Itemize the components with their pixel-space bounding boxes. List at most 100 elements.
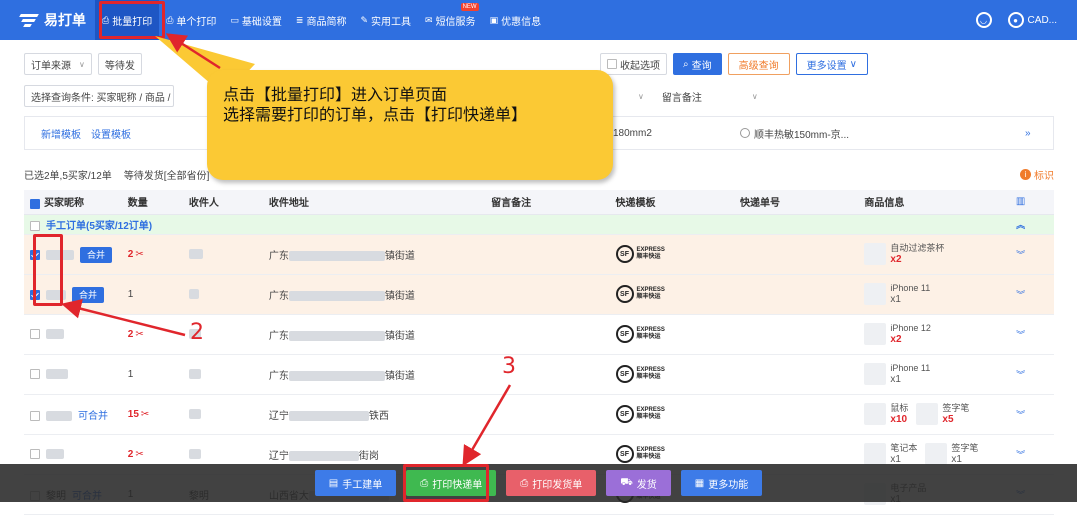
product-count: x2 <box>890 254 902 265</box>
nav-sms-service[interactable]: ✉ 短信服务 NEW <box>418 0 483 40</box>
expand-chevron-icon[interactable]: » <box>1025 128 1031 139</box>
mergeable-link[interactable]: 可合并 <box>78 411 108 422</box>
mail-icon: ✉ <box>425 14 433 25</box>
product-info-cell: iPhone 11 x1 <box>858 274 988 315</box>
table-row[interactable]: 可合并 15 ✂ 辽宁 铁西 SF EXPRESS 顺丰快运 鼠标 x10 签字笔 x5… <box>24 394 1054 435</box>
user-menu[interactable]: ● CAD... <box>1007 12 1057 28</box>
recipient-cell <box>182 354 263 395</box>
settings-template-link[interactable]: 设置模板 <box>91 126 131 141</box>
table-row[interactable]: 2 ✂ 广东 镇街道 SF EXPRESS 顺丰快运 iPhone 12 x2 ︾ <box>24 314 1054 355</box>
sf-logo-icon: SF <box>615 285 634 303</box>
group-cell: 手工订单(5买家/12订单) <box>24 214 988 235</box>
button-label: 更多设置 <box>806 60 847 72</box>
select-value: 留言备注 <box>661 92 702 104</box>
printer-icon: ⎙ <box>520 477 529 489</box>
sf-template-option[interactable]: 顺丰热敏150mm-京... <box>740 126 849 141</box>
ship-button[interactable]: ⛟ 发货 <box>606 470 671 496</box>
sf-text-top: EXPRESS <box>636 407 665 413</box>
user-icon: ● <box>1007 12 1024 28</box>
header-buyer: 买家昵称 <box>24 190 122 215</box>
query-button[interactable]: ⌕ 查询 <box>673 53 722 75</box>
button-label: 查询 <box>691 60 712 72</box>
tracking-number-cell <box>733 394 859 435</box>
sf-express-logo: SFEXPRESS顺丰快运 <box>615 365 665 383</box>
callout-line-1: 点击【批量打印】进入订单页面 <box>223 87 448 104</box>
remark-select[interactable]: 留言备注 ∨ <box>655 85 764 107</box>
row-checkbox[interactable] <box>30 368 40 379</box>
collapse-options-toggle[interactable]: 收起选项 <box>600 53 667 75</box>
product-thumbnail <box>864 243 887 265</box>
chevron-down-icon[interactable]: ︾ <box>987 314 1054 355</box>
table-row[interactable]: 合并 1 广东 镇街道 SF EXPRESS 顺丰快运 iPhone 11 x1 ︾ <box>24 274 1054 315</box>
table-header: 买家昵称 数量 收件人 收件地址 留言备注 快递模板 快递单号 商品信息 ▥ <box>24 190 1054 215</box>
more-settings-button[interactable]: 更多设置 ∨ <box>795 53 868 75</box>
header-label: 买家昵称 <box>44 198 84 210</box>
header-remark: 留言备注 <box>485 190 610 215</box>
sf-express-logo: SFEXPRESS顺丰快运 <box>615 405 665 423</box>
address-blurred <box>288 290 385 301</box>
nav-tools[interactable]: ✎ 实用工具 <box>353 0 418 40</box>
product-info-cell: 自动过滤茶杯 x2 <box>858 234 988 275</box>
address-province: 广东 <box>268 290 289 302</box>
address-province: 广东 <box>268 330 289 342</box>
split-scissors-icon[interactable]: ✂ <box>141 409 149 420</box>
chevron-down-icon[interactable]: ︾ <box>987 234 1054 275</box>
merge-button[interactable]: 合并 <box>72 286 105 303</box>
column-settings-icon[interactable]: ▥ <box>987 190 1054 215</box>
button-label: 手工建单 <box>342 479 383 491</box>
manual-create-order-button[interactable]: ▤ 手工建单 <box>314 470 397 496</box>
merge-button[interactable]: 合并 <box>80 246 113 263</box>
address-end: 镇街道 <box>384 370 415 382</box>
sf-text-top: EXPRESS <box>636 447 665 453</box>
user-area: ◡ ● CAD... <box>975 0 1057 40</box>
advanced-query-button[interactable]: 高级查询 <box>727 53 790 75</box>
product-name: iPhone 11 <box>890 283 931 293</box>
remark-cell <box>485 394 610 435</box>
status-filter-text: 等待发货[全部省份] <box>123 170 210 182</box>
nav-single-print[interactable]: ⎙ 单个打印 <box>159 0 223 40</box>
product-thumbnail <box>864 443 887 465</box>
nav-product-alias[interactable]: ≣ 商品简称 <box>289 0 354 40</box>
chevron-down-icon[interactable]: ︾ <box>987 394 1054 435</box>
nav-basic-settings[interactable]: ▭ 基础设置 <box>223 0 289 40</box>
header-address: 收件地址 <box>262 190 486 215</box>
group-label[interactable]: 手工订单(5买家/12订单) <box>46 221 152 232</box>
order-status-select[interactable]: 等待发 <box>97 53 142 75</box>
product-info-cell: 鼠标 x10 签字笔 x5 <box>858 394 988 435</box>
collapse-up-icon[interactable]: ︽ <box>987 214 1054 235</box>
chevron-down-icon[interactable]: ︾ <box>987 354 1054 395</box>
group-checkbox[interactable] <box>30 220 40 231</box>
more-functions-button[interactable]: ▦ 更多功能 <box>680 470 763 496</box>
quantity: 1 <box>127 288 134 300</box>
recipient-cell <box>182 394 263 435</box>
sf-text-bottom: 顺丰快运 <box>636 454 661 460</box>
brand[interactable]: 易打单 <box>0 10 95 30</box>
info-icon: i <box>1020 168 1031 180</box>
nav-discounts[interactable]: ▣ 优惠信息 <box>483 0 549 40</box>
row-checkbox[interactable] <box>30 328 40 339</box>
select-all-checkbox[interactable] <box>30 198 40 209</box>
row-checkbox[interactable] <box>30 410 40 421</box>
product-item: 鼠标 x10 <box>864 403 908 425</box>
product-thumbnail <box>916 403 939 425</box>
table-row[interactable]: 1 广东 镇街道 SF EXPRESS 顺丰快运 iPhone 11 x1 ︾ <box>24 354 1054 395</box>
group-row: 手工订单(5买家/12订单) ︽ <box>24 214 1054 235</box>
mark-legend[interactable]: i 标识 <box>1020 167 1054 182</box>
split-scissors-icon[interactable]: ✂ <box>135 249 143 260</box>
print-invoice-button[interactable]: ⎙ 打印发货单 <box>506 470 597 496</box>
highlight-print-express <box>403 464 489 502</box>
buyer-nickname-blurred <box>46 368 68 379</box>
notification-icon[interactable]: ◡ <box>975 12 992 28</box>
row-checkbox[interactable] <box>30 448 40 459</box>
order-source-select[interactable]: 订单来源 ∨ <box>24 53 92 75</box>
table-row[interactable]: 合并 2 ✂ 广东 镇街道 SF EXPRESS 顺丰快运 自动过滤茶杯 x2 ︾ <box>24 234 1054 275</box>
query-condition-input[interactable]: 选择查询条件: 买家昵称 / 商品 / <box>24 85 174 107</box>
dropdown-select[interactable]: ∨ <box>624 85 650 107</box>
product-count: x1 <box>890 374 901 385</box>
product-count: x2 <box>890 334 902 345</box>
split-scissors-icon[interactable]: ✂ <box>135 449 143 460</box>
split-scissors-icon[interactable]: ✂ <box>135 329 143 340</box>
add-template-link[interactable]: 新增模板 <box>41 126 81 141</box>
chevron-down-icon[interactable]: ︾ <box>987 274 1054 315</box>
qty-cell: 2 ✂ <box>121 314 183 355</box>
